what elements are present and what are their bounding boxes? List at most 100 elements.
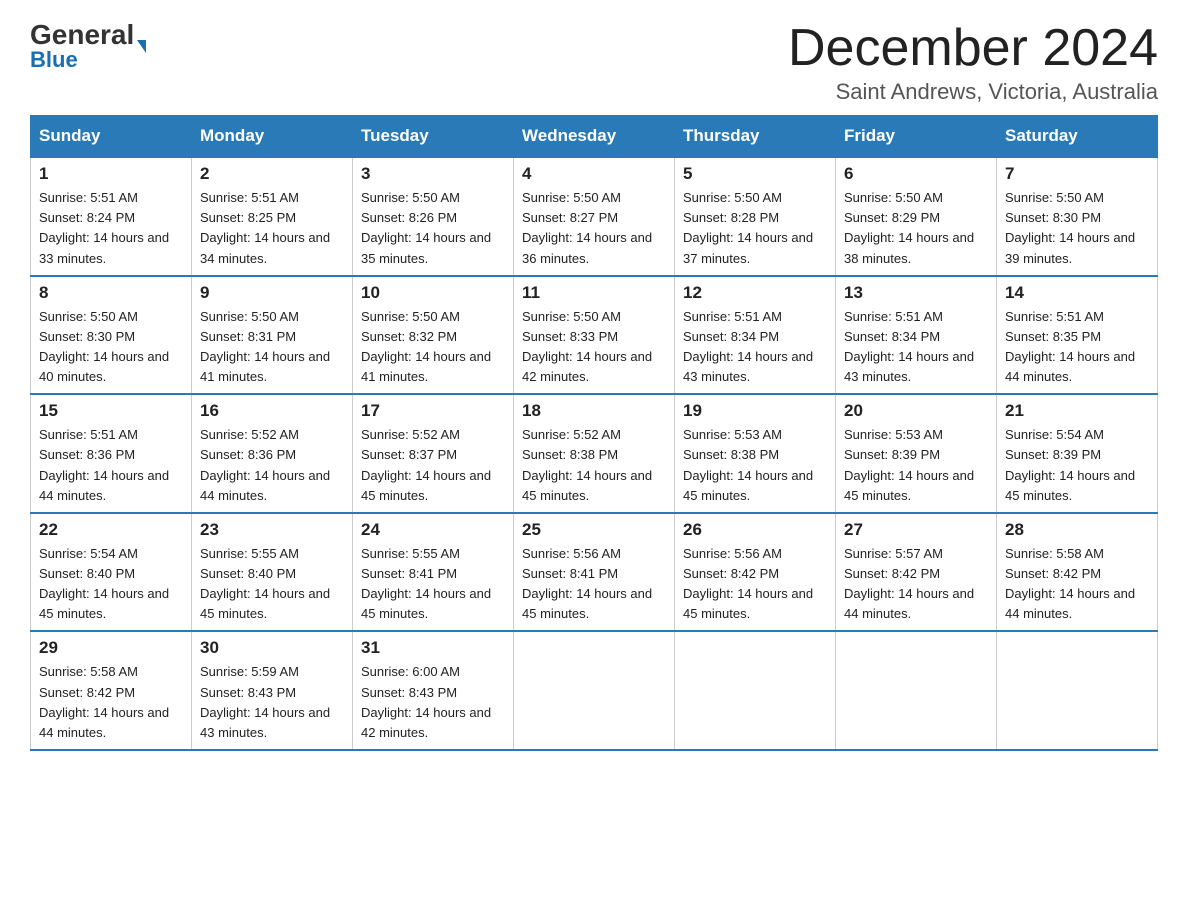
day-number: 19 [683, 401, 827, 421]
day-number: 1 [39, 164, 183, 184]
calendar-cell: 2 Sunrise: 5:51 AMSunset: 8:25 PMDayligh… [192, 157, 353, 276]
calendar-cell: 15 Sunrise: 5:51 AMSunset: 8:36 PMDaylig… [31, 394, 192, 513]
column-header-wednesday: Wednesday [514, 116, 675, 158]
day-info: Sunrise: 6:00 AMSunset: 8:43 PMDaylight:… [361, 662, 505, 743]
day-info: Sunrise: 5:56 AMSunset: 8:42 PMDaylight:… [683, 544, 827, 625]
calendar-cell: 19 Sunrise: 5:53 AMSunset: 8:38 PMDaylig… [675, 394, 836, 513]
day-number: 24 [361, 520, 505, 540]
calendar-cell: 24 Sunrise: 5:55 AMSunset: 8:41 PMDaylig… [353, 513, 514, 632]
day-info: Sunrise: 5:54 AMSunset: 8:40 PMDaylight:… [39, 544, 183, 625]
day-info: Sunrise: 5:53 AMSunset: 8:38 PMDaylight:… [683, 425, 827, 506]
day-number: 31 [361, 638, 505, 658]
day-number: 11 [522, 283, 666, 303]
calendar-table: SundayMondayTuesdayWednesdayThursdayFrid… [30, 115, 1158, 751]
day-info: Sunrise: 5:51 AMSunset: 8:25 PMDaylight:… [200, 188, 344, 269]
day-info: Sunrise: 5:52 AMSunset: 8:37 PMDaylight:… [361, 425, 505, 506]
day-info: Sunrise: 5:58 AMSunset: 8:42 PMDaylight:… [1005, 544, 1149, 625]
calendar-week-row: 8 Sunrise: 5:50 AMSunset: 8:30 PMDayligh… [31, 276, 1158, 395]
day-info: Sunrise: 5:50 AMSunset: 8:26 PMDaylight:… [361, 188, 505, 269]
day-number: 21 [1005, 401, 1149, 421]
day-info: Sunrise: 5:50 AMSunset: 8:31 PMDaylight:… [200, 307, 344, 388]
day-number: 15 [39, 401, 183, 421]
calendar-cell [514, 631, 675, 750]
day-number: 17 [361, 401, 505, 421]
calendar-cell: 30 Sunrise: 5:59 AMSunset: 8:43 PMDaylig… [192, 631, 353, 750]
calendar-cell: 1 Sunrise: 5:51 AMSunset: 8:24 PMDayligh… [31, 157, 192, 276]
day-info: Sunrise: 5:50 AMSunset: 8:27 PMDaylight:… [522, 188, 666, 269]
day-number: 14 [1005, 283, 1149, 303]
day-number: 27 [844, 520, 988, 540]
calendar-week-row: 22 Sunrise: 5:54 AMSunset: 8:40 PMDaylig… [31, 513, 1158, 632]
title-area: December 2024 Saint Andrews, Victoria, A… [788, 20, 1158, 105]
calendar-cell [675, 631, 836, 750]
day-info: Sunrise: 5:51 AMSunset: 8:24 PMDaylight:… [39, 188, 183, 269]
day-number: 12 [683, 283, 827, 303]
day-number: 23 [200, 520, 344, 540]
calendar-cell: 22 Sunrise: 5:54 AMSunset: 8:40 PMDaylig… [31, 513, 192, 632]
calendar-cell: 29 Sunrise: 5:58 AMSunset: 8:42 PMDaylig… [31, 631, 192, 750]
day-info: Sunrise: 5:51 AMSunset: 8:35 PMDaylight:… [1005, 307, 1149, 388]
calendar-cell: 10 Sunrise: 5:50 AMSunset: 8:32 PMDaylig… [353, 276, 514, 395]
calendar-cell: 12 Sunrise: 5:51 AMSunset: 8:34 PMDaylig… [675, 276, 836, 395]
day-number: 9 [200, 283, 344, 303]
day-info: Sunrise: 5:55 AMSunset: 8:40 PMDaylight:… [200, 544, 344, 625]
column-header-tuesday: Tuesday [353, 116, 514, 158]
calendar-week-row: 29 Sunrise: 5:58 AMSunset: 8:42 PMDaylig… [31, 631, 1158, 750]
calendar-cell: 28 Sunrise: 5:58 AMSunset: 8:42 PMDaylig… [997, 513, 1158, 632]
calendar-cell: 16 Sunrise: 5:52 AMSunset: 8:36 PMDaylig… [192, 394, 353, 513]
calendar-cell: 21 Sunrise: 5:54 AMSunset: 8:39 PMDaylig… [997, 394, 1158, 513]
day-number: 18 [522, 401, 666, 421]
day-number: 6 [844, 164, 988, 184]
column-header-monday: Monday [192, 116, 353, 158]
month-year-title: December 2024 [788, 20, 1158, 77]
calendar-week-row: 15 Sunrise: 5:51 AMSunset: 8:36 PMDaylig… [31, 394, 1158, 513]
day-info: Sunrise: 5:51 AMSunset: 8:34 PMDaylight:… [844, 307, 988, 388]
location-subtitle: Saint Andrews, Victoria, Australia [788, 79, 1158, 105]
calendar-cell: 5 Sunrise: 5:50 AMSunset: 8:28 PMDayligh… [675, 157, 836, 276]
day-info: Sunrise: 5:54 AMSunset: 8:39 PMDaylight:… [1005, 425, 1149, 506]
day-info: Sunrise: 5:51 AMSunset: 8:36 PMDaylight:… [39, 425, 183, 506]
day-info: Sunrise: 5:50 AMSunset: 8:32 PMDaylight:… [361, 307, 505, 388]
day-info: Sunrise: 5:55 AMSunset: 8:41 PMDaylight:… [361, 544, 505, 625]
day-info: Sunrise: 5:50 AMSunset: 8:33 PMDaylight:… [522, 307, 666, 388]
calendar-cell: 27 Sunrise: 5:57 AMSunset: 8:42 PMDaylig… [836, 513, 997, 632]
calendar-cell: 9 Sunrise: 5:50 AMSunset: 8:31 PMDayligh… [192, 276, 353, 395]
day-number: 3 [361, 164, 505, 184]
calendar-cell: 11 Sunrise: 5:50 AMSunset: 8:33 PMDaylig… [514, 276, 675, 395]
column-header-thursday: Thursday [675, 116, 836, 158]
calendar-header-row: SundayMondayTuesdayWednesdayThursdayFrid… [31, 116, 1158, 158]
logo-blue: Blue [30, 47, 78, 73]
day-number: 26 [683, 520, 827, 540]
day-number: 20 [844, 401, 988, 421]
calendar-cell: 25 Sunrise: 5:56 AMSunset: 8:41 PMDaylig… [514, 513, 675, 632]
day-info: Sunrise: 5:52 AMSunset: 8:38 PMDaylight:… [522, 425, 666, 506]
calendar-cell: 8 Sunrise: 5:50 AMSunset: 8:30 PMDayligh… [31, 276, 192, 395]
calendar-cell: 14 Sunrise: 5:51 AMSunset: 8:35 PMDaylig… [997, 276, 1158, 395]
calendar-cell: 7 Sunrise: 5:50 AMSunset: 8:30 PMDayligh… [997, 157, 1158, 276]
calendar-cell: 3 Sunrise: 5:50 AMSunset: 8:26 PMDayligh… [353, 157, 514, 276]
calendar-cell: 4 Sunrise: 5:50 AMSunset: 8:27 PMDayligh… [514, 157, 675, 276]
day-number: 5 [683, 164, 827, 184]
calendar-cell [836, 631, 997, 750]
day-number: 4 [522, 164, 666, 184]
day-number: 28 [1005, 520, 1149, 540]
day-number: 29 [39, 638, 183, 658]
day-info: Sunrise: 5:59 AMSunset: 8:43 PMDaylight:… [200, 662, 344, 743]
day-info: Sunrise: 5:52 AMSunset: 8:36 PMDaylight:… [200, 425, 344, 506]
calendar-week-row: 1 Sunrise: 5:51 AMSunset: 8:24 PMDayligh… [31, 157, 1158, 276]
calendar-cell: 26 Sunrise: 5:56 AMSunset: 8:42 PMDaylig… [675, 513, 836, 632]
day-info: Sunrise: 5:51 AMSunset: 8:34 PMDaylight:… [683, 307, 827, 388]
calendar-cell: 31 Sunrise: 6:00 AMSunset: 8:43 PMDaylig… [353, 631, 514, 750]
day-number: 16 [200, 401, 344, 421]
calendar-cell: 6 Sunrise: 5:50 AMSunset: 8:29 PMDayligh… [836, 157, 997, 276]
page-header: General Blue December 2024 Saint Andrews… [30, 20, 1158, 105]
day-info: Sunrise: 5:56 AMSunset: 8:41 PMDaylight:… [522, 544, 666, 625]
day-info: Sunrise: 5:50 AMSunset: 8:30 PMDaylight:… [1005, 188, 1149, 269]
day-info: Sunrise: 5:50 AMSunset: 8:28 PMDaylight:… [683, 188, 827, 269]
day-info: Sunrise: 5:50 AMSunset: 8:29 PMDaylight:… [844, 188, 988, 269]
column-header-saturday: Saturday [997, 116, 1158, 158]
calendar-cell: 13 Sunrise: 5:51 AMSunset: 8:34 PMDaylig… [836, 276, 997, 395]
calendar-cell: 23 Sunrise: 5:55 AMSunset: 8:40 PMDaylig… [192, 513, 353, 632]
day-number: 2 [200, 164, 344, 184]
column-header-friday: Friday [836, 116, 997, 158]
